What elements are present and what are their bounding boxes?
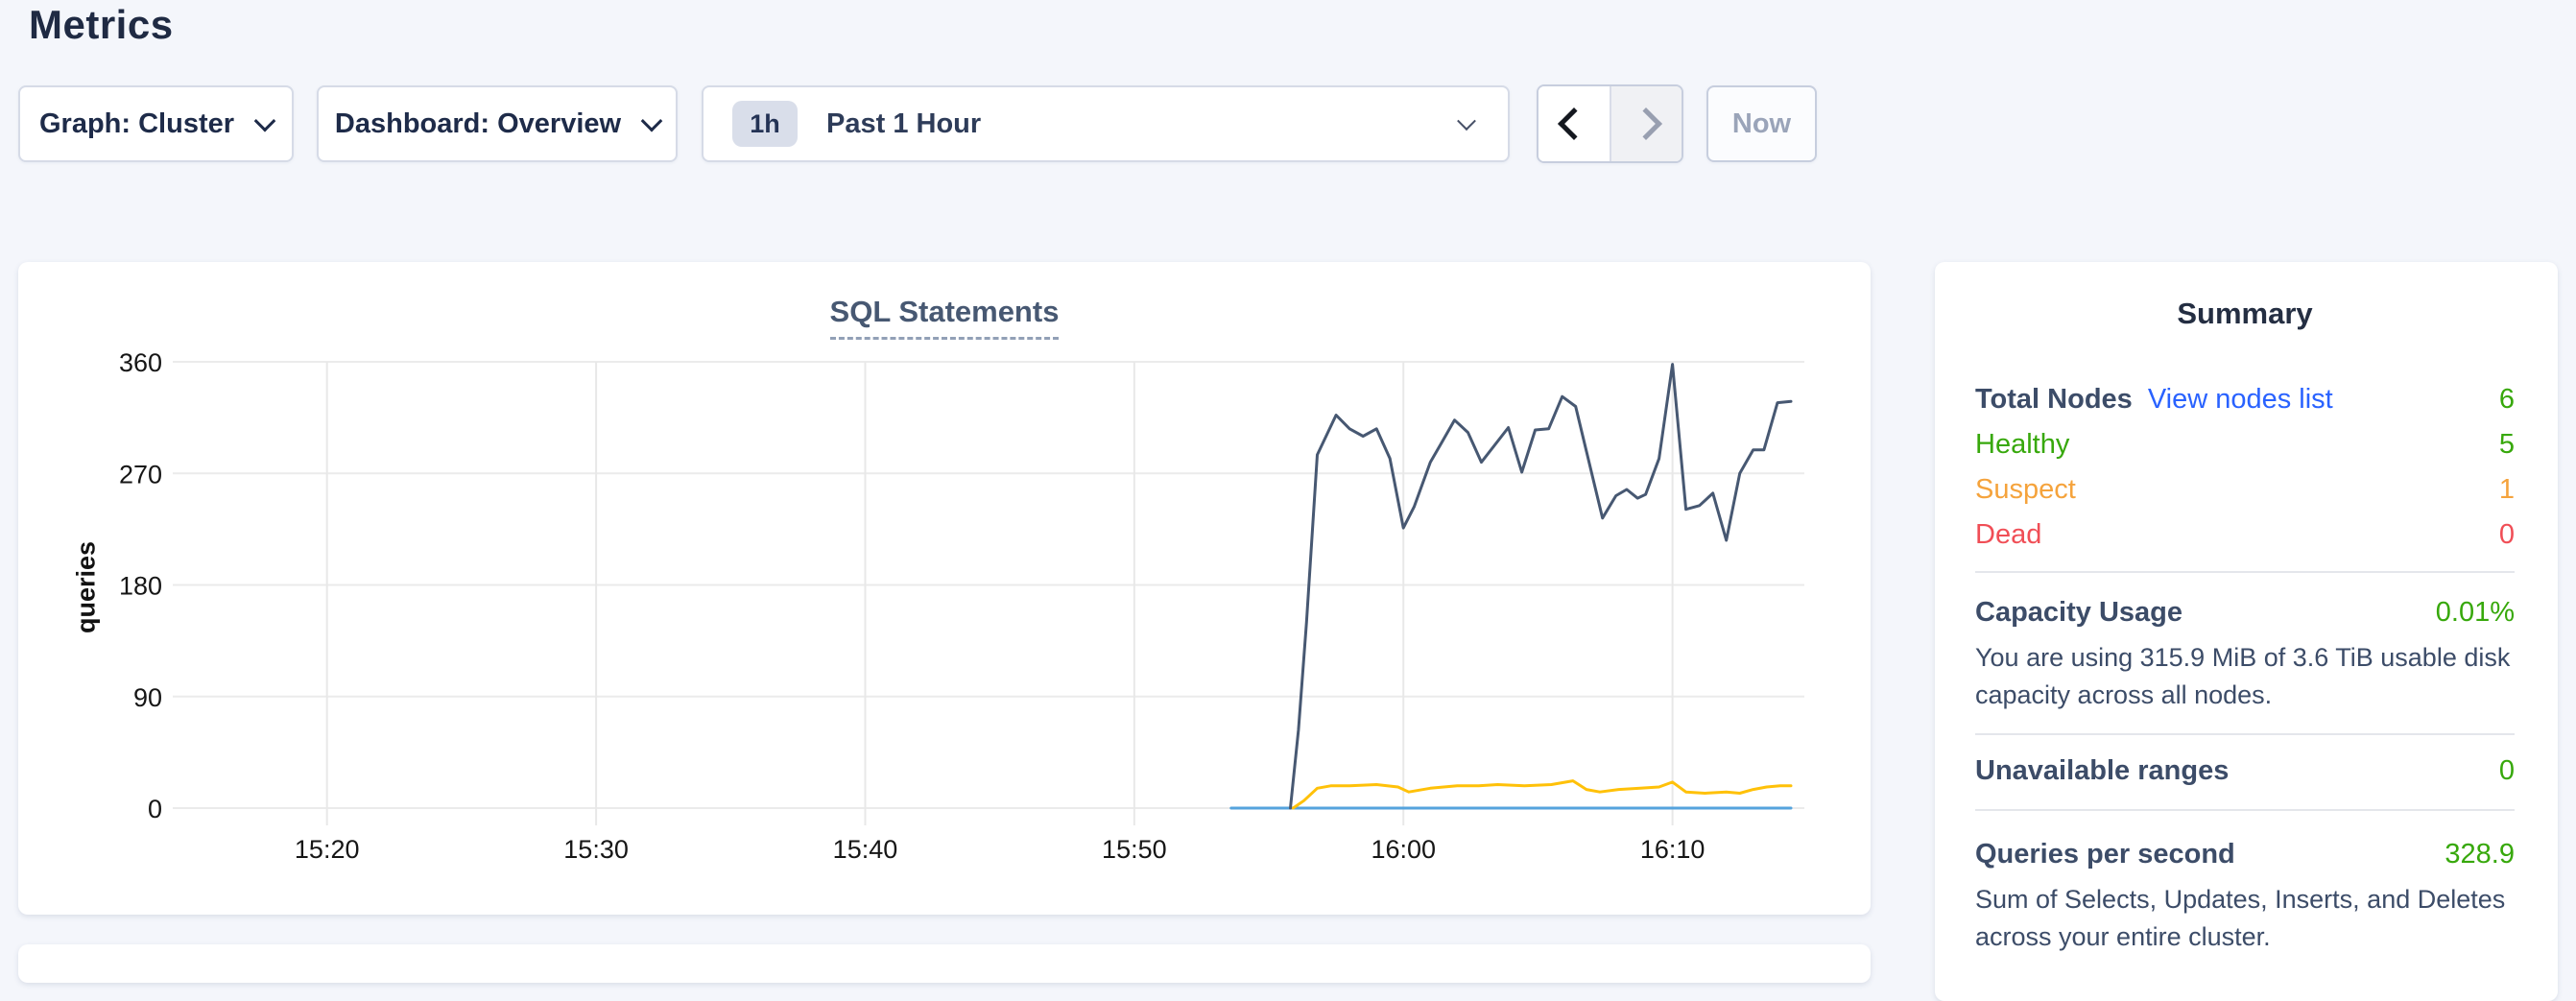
now-button[interactable]: Now xyxy=(1706,85,1817,162)
page-title: Metrics xyxy=(29,2,174,48)
svg-text:15:30: 15:30 xyxy=(563,835,629,864)
healthy-label: Healthy xyxy=(1975,429,2069,461)
dead-value: 0 xyxy=(2499,519,2515,551)
chevron-right-icon xyxy=(1630,107,1662,140)
total-nodes-label: Total Nodes xyxy=(1975,384,2133,416)
svg-text:15:50: 15:50 xyxy=(1102,835,1167,864)
prev-time-button[interactable] xyxy=(1538,86,1610,161)
suspect-value: 1 xyxy=(2499,474,2515,506)
capacity-usage-value: 0.01% xyxy=(2436,597,2515,629)
total-nodes-value: 6 xyxy=(2499,384,2515,416)
svg-text:270: 270 xyxy=(119,460,162,489)
divider xyxy=(1975,809,2515,811)
divider xyxy=(1975,733,2515,735)
dashboard-dropdown[interactable]: Dashboard: Overview xyxy=(317,85,678,162)
chevron-left-icon xyxy=(1558,107,1590,140)
dashboard-dropdown-label: Dashboard: Overview xyxy=(335,108,621,140)
queries-per-second-value: 328.9 xyxy=(2445,839,2515,870)
svg-text:0: 0 xyxy=(148,795,162,823)
unavailable-ranges-label: Unavailable ranges xyxy=(1975,755,2229,787)
nodes-block: Total Nodes View nodes list 6 Healthy 5 … xyxy=(1975,377,2515,558)
view-nodes-list-link[interactable]: View nodes list xyxy=(2148,384,2333,416)
time-pager xyxy=(1537,84,1683,163)
sql-statements-chart: 0 90 180 270 360 15:20 15:30 15:40 15:50 16:00 16:… xyxy=(18,262,1871,917)
summary-title: Summary xyxy=(1975,297,2515,331)
svg-text:16:00: 16:00 xyxy=(1371,835,1436,864)
capacity-usage-label: Capacity Usage xyxy=(1975,597,2182,629)
healthy-nodes-row: Healthy 5 xyxy=(1975,422,2515,467)
next-time-button[interactable] xyxy=(1610,86,1682,161)
svg-text:16:10: 16:10 xyxy=(1640,835,1705,864)
dead-nodes-row: Dead 0 xyxy=(1975,512,2515,558)
capacity-section: Capacity Usage 0.01% You are using 315.9… xyxy=(1975,590,2515,714)
dead-label: Dead xyxy=(1975,519,2041,551)
svg-text:90: 90 xyxy=(133,683,162,712)
unavailable-ranges-section: Unavailable ranges 0 xyxy=(1975,749,2515,794)
svg-text:15:20: 15:20 xyxy=(295,835,360,864)
suspect-label: Suspect xyxy=(1975,474,2076,506)
chevron-down-icon xyxy=(1457,111,1476,131)
total-nodes-row: Total Nodes View nodes list 6 xyxy=(1975,377,2515,422)
chevron-down-icon xyxy=(254,110,276,132)
svg-text:360: 360 xyxy=(119,348,162,377)
time-window-selector[interactable]: 1h Past 1 Hour xyxy=(702,85,1510,162)
unavailable-ranges-value: 0 xyxy=(2499,755,2515,787)
capacity-usage-description: You are using 315.9 MiB of 3.6 TiB usabl… xyxy=(1975,639,2515,714)
suspect-nodes-row: Suspect 1 xyxy=(1975,467,2515,512)
time-window-badge: 1h xyxy=(732,101,798,147)
graph-dropdown-label: Graph: Cluster xyxy=(39,108,234,140)
divider xyxy=(1975,571,2515,573)
chevron-down-icon xyxy=(641,110,663,132)
summary-panel: Summary Total Nodes View nodes list 6 He… xyxy=(1935,262,2558,1001)
svg-text:15:40: 15:40 xyxy=(833,835,898,864)
graph-dropdown[interactable]: Graph: Cluster xyxy=(18,85,294,162)
svg-text:180: 180 xyxy=(119,572,162,601)
sql-statements-card: SQL Statements queries 09018027036015:20… xyxy=(18,262,1871,915)
healthy-value: 5 xyxy=(2499,429,2515,461)
queries-per-second-label: Queries per second xyxy=(1975,839,2235,870)
queries-per-second-description: Sum of Selects, Updates, Inserts, and De… xyxy=(1975,881,2515,956)
next-chart-card-peek xyxy=(18,944,1871,983)
queries-per-second-section: Queries per second 328.9 Sum of Selects,… xyxy=(1975,832,2515,956)
time-window-label: Past 1 Hour xyxy=(826,108,981,140)
